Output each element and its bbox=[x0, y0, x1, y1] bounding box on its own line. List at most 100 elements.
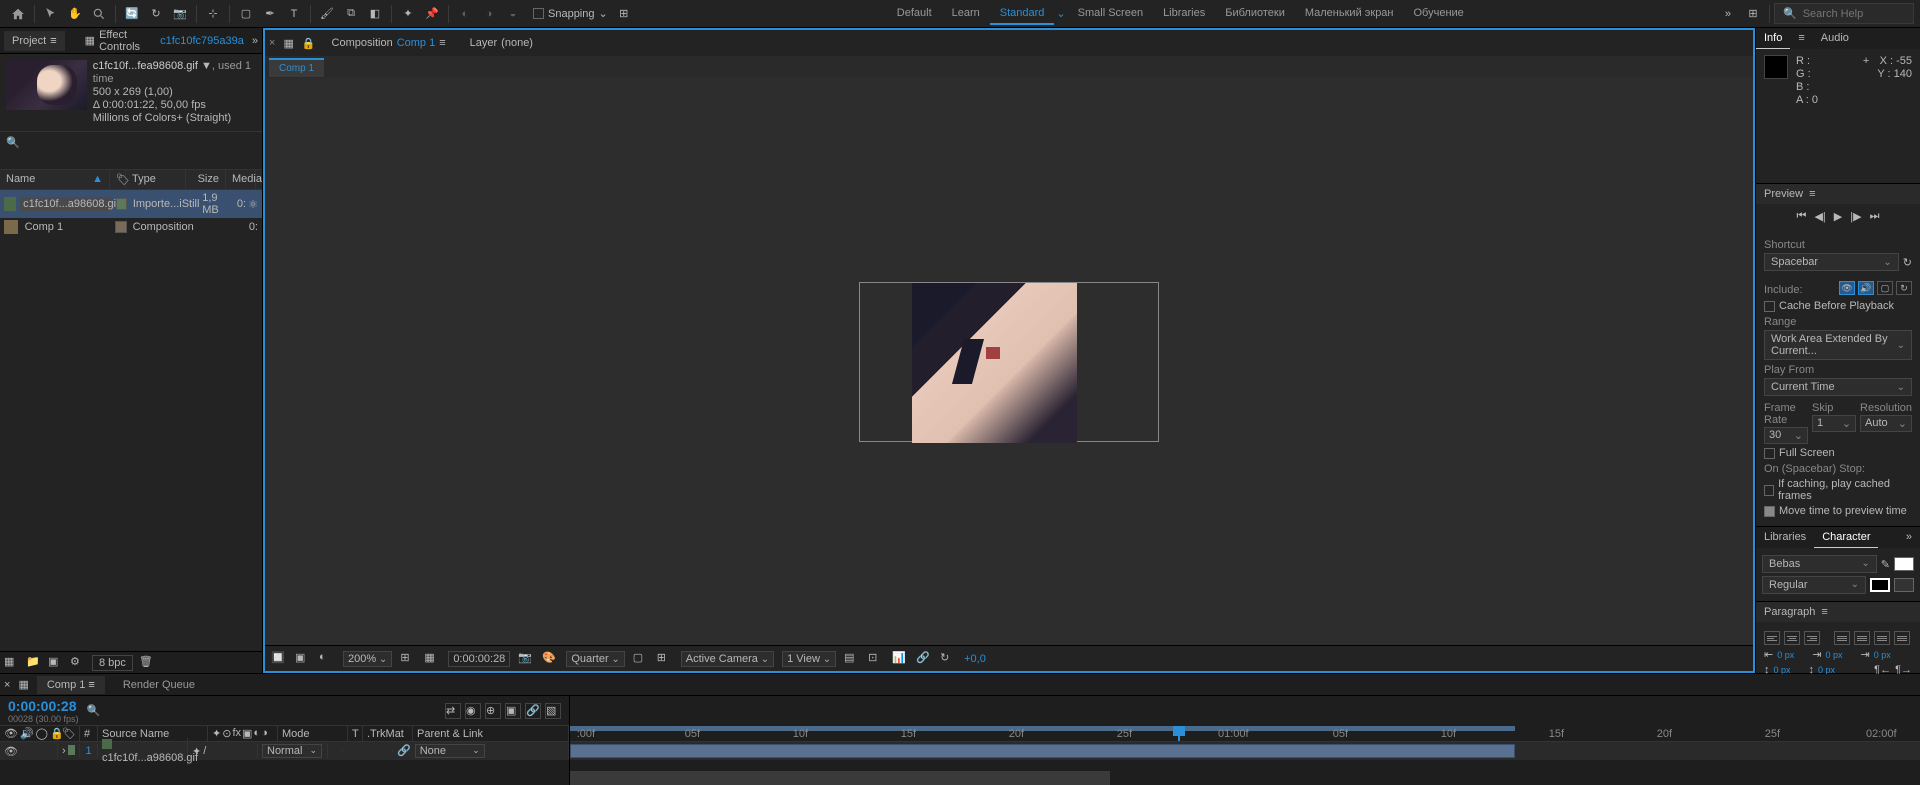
ws-libraries-ru[interactable]: Библиотеки bbox=[1215, 3, 1295, 25]
selection-tool-icon[interactable] bbox=[40, 3, 62, 25]
time-ruler[interactable]: :00f 05f 10f 15f 20f 25f 01:00f 05f 10f … bbox=[570, 726, 1920, 742]
col-name[interactable]: Name bbox=[6, 173, 35, 186]
snapshot-icon[interactable]: 📷 bbox=[518, 651, 534, 667]
comp-lock-icon[interactable]: 🔒 bbox=[302, 37, 316, 50]
snap-chevron-icon[interactable]: ⌄ bbox=[599, 7, 608, 20]
new-folder-icon[interactable]: 📁 bbox=[26, 655, 42, 671]
interpret-icon[interactable]: ▦ bbox=[4, 655, 20, 671]
tag-swatch[interactable] bbox=[116, 198, 127, 210]
camera-tool-icon[interactable]: 📷 bbox=[169, 3, 191, 25]
reset-icon[interactable]: ↻ bbox=[1903, 256, 1912, 269]
fast-preview-icon[interactable]: ⊡ bbox=[868, 651, 884, 667]
work-area[interactable] bbox=[570, 726, 1515, 731]
stroke-swatch[interactable] bbox=[1870, 578, 1890, 592]
render-queue-tab[interactable]: Render Queue bbox=[113, 676, 205, 694]
text-tool-icon[interactable]: T bbox=[283, 3, 305, 25]
col-parent[interactable]: Parent & Link bbox=[413, 726, 569, 742]
character-tab[interactable]: Character bbox=[1814, 527, 1878, 548]
ws-libraries[interactable]: Libraries bbox=[1153, 3, 1215, 25]
rectangle-tool-icon[interactable]: ▢ bbox=[235, 3, 257, 25]
include-overlay-icon[interactable]: ▢ bbox=[1877, 281, 1893, 295]
col-type[interactable]: Type bbox=[126, 170, 186, 189]
viewport[interactable] bbox=[265, 78, 1753, 645]
libraries-tab[interactable]: Libraries bbox=[1756, 527, 1814, 548]
camera-dropdown[interactable]: Active Camera ⌄ bbox=[681, 651, 774, 667]
blend-mode-dropdown[interactable]: Normal bbox=[262, 744, 322, 758]
roto-tool-icon[interactable]: ✦ bbox=[397, 3, 419, 25]
cache-checkbox[interactable] bbox=[1764, 301, 1775, 312]
align-left-icon[interactable] bbox=[1764, 631, 1780, 645]
paragraph-tab[interactable]: Paragraph bbox=[1764, 606, 1815, 618]
res-icon[interactable]: ▣ bbox=[295, 651, 311, 667]
expand-icon[interactable]: › bbox=[62, 745, 66, 757]
indent-left-value[interactable]: 0 px bbox=[1777, 650, 1794, 660]
fill-swatch[interactable] bbox=[1894, 557, 1914, 571]
zoom-dropdown[interactable]: 200% ⌄ bbox=[343, 651, 392, 667]
range-dropdown[interactable]: Work Area Extended By Current... bbox=[1764, 330, 1912, 360]
align-right-icon[interactable] bbox=[1804, 631, 1820, 645]
ifcaching-checkbox[interactable] bbox=[1764, 485, 1774, 496]
include-video-icon[interactable]: 👁 bbox=[1839, 281, 1855, 295]
ws-learn[interactable]: Learn bbox=[942, 3, 990, 25]
workspace-menu-icon[interactable]: ⊞ bbox=[1742, 3, 1764, 25]
roi-icon[interactable]: ▢ bbox=[633, 651, 649, 667]
timecode-display[interactable]: 0:00:00:28 bbox=[448, 651, 510, 667]
asset-row[interactable]: Comp 1 Composition 0: bbox=[0, 218, 262, 236]
grid-icon[interactable]: ⊞ bbox=[657, 651, 673, 667]
info-tab[interactable]: Info bbox=[1756, 28, 1790, 49]
graph-icon[interactable]: ⚛ bbox=[248, 198, 258, 211]
preview-tab[interactable]: Preview bbox=[1764, 188, 1803, 200]
hand-tool-icon[interactable]: ✋ bbox=[64, 3, 86, 25]
fullscreen-checkbox[interactable] bbox=[1764, 448, 1775, 459]
framerate-dropdown[interactable]: 30 bbox=[1764, 427, 1808, 444]
eraser-tool-icon[interactable]: ◧ bbox=[364, 3, 386, 25]
ws-standard[interactable]: Standard bbox=[990, 3, 1055, 25]
play-icon[interactable]: ▶ bbox=[1834, 210, 1842, 223]
reset-exposure-icon[interactable]: ↻ bbox=[940, 651, 956, 667]
layer-tag[interactable] bbox=[68, 745, 75, 755]
ws-smallscreen-ru[interactable]: Маленький экран bbox=[1295, 3, 1404, 25]
layer-track[interactable] bbox=[570, 742, 1920, 760]
include-loop-icon[interactable]: ↻ bbox=[1896, 281, 1912, 295]
overflow-icon[interactable]: » bbox=[1898, 527, 1920, 548]
delete-icon[interactable]: 🗑 bbox=[139, 655, 155, 671]
channels-icon[interactable]: 🎨 bbox=[542, 651, 558, 667]
magnify-icon[interactable]: 🔲 bbox=[271, 651, 287, 667]
align-center-icon[interactable] bbox=[1784, 631, 1800, 645]
audio-tab[interactable]: Audio bbox=[1813, 28, 1857, 49]
swap-swatch[interactable] bbox=[1894, 578, 1914, 592]
tag-icon[interactable]: 🏷 bbox=[62, 727, 76, 740]
parent-dropdown[interactable]: None bbox=[415, 744, 485, 758]
solo-icon[interactable]: ◯ bbox=[36, 727, 48, 740]
ws-default[interactable]: Default bbox=[887, 3, 942, 25]
next-frame-icon[interactable]: |▶ bbox=[1850, 210, 1861, 223]
justify-right-icon[interactable] bbox=[1874, 631, 1890, 645]
lock-icon[interactable]: ▦ bbox=[18, 678, 28, 691]
tl-tool-icon[interactable]: 🔗 bbox=[525, 703, 541, 719]
fullres-icon[interactable]: ⊞ bbox=[400, 651, 416, 667]
orbit-icon[interactable]: 🔄 bbox=[121, 3, 143, 25]
puppet-tool-icon[interactable]: 📌 bbox=[421, 3, 443, 25]
col-media[interactable]: Media bbox=[226, 170, 256, 189]
last-frame-icon[interactable]: ⏭ bbox=[1870, 210, 1880, 223]
search-help[interactable]: 🔍 bbox=[1774, 3, 1914, 24]
snapping-toggle[interactable]: Snapping ⌄ ⊞ bbox=[533, 3, 636, 25]
clone-tool-icon[interactable]: ⧉ bbox=[340, 3, 362, 25]
eyedropper-icon[interactable]: ✎ bbox=[1881, 558, 1890, 571]
info-menu-icon[interactable]: ≡ bbox=[1790, 28, 1812, 49]
tl-tool-icon[interactable]: ⊕ bbox=[485, 703, 501, 719]
timeline-icon[interactable]: 📊 bbox=[892, 651, 908, 667]
tag-swatch[interactable] bbox=[115, 221, 127, 233]
layer-bar[interactable] bbox=[570, 744, 1515, 758]
tool-gray2-icon[interactable]: ◑ bbox=[478, 3, 500, 25]
search-help-input[interactable] bbox=[1803, 8, 1920, 20]
tl-tool-icon[interactable]: ▧ bbox=[545, 703, 561, 719]
anchor-tool-icon[interactable]: ⊹ bbox=[202, 3, 224, 25]
current-timecode[interactable]: 0:00:00:28 bbox=[8, 698, 79, 714]
flowchart-icon[interactable]: 🔗 bbox=[916, 651, 932, 667]
exposure-value[interactable]: +0,0 bbox=[964, 653, 986, 665]
snapping-checkbox[interactable] bbox=[533, 8, 544, 19]
settings-icon[interactable]: ⚙ bbox=[70, 655, 86, 671]
shortcut-dropdown[interactable]: Spacebar bbox=[1764, 253, 1899, 271]
timeline-comp-tab[interactable]: Comp 1 ≡ bbox=[37, 676, 105, 694]
